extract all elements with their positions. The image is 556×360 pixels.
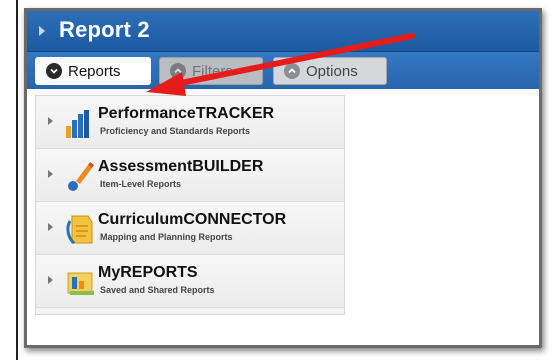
panel-title: Report 2	[59, 17, 150, 42]
collapse-arrow-icon[interactable]	[39, 26, 45, 36]
report-panel: Report 2 Reports Filters Options Perform…	[27, 11, 539, 345]
folder-icon	[64, 265, 98, 299]
filters-button[interactable]: Filters	[159, 57, 263, 85]
menu-item-myreports[interactable]: MyREPORTS Saved and Shared Reports	[36, 255, 344, 308]
reports-dropdown-menu: PerformanceTRACKER Proficiency and Stand…	[35, 95, 345, 315]
chevron-down-icon	[46, 63, 62, 79]
options-button-label: Options	[306, 62, 358, 80]
menu-item-curriculumconnector[interactable]: CurriculumCONNECTOR Mapping and Planning…	[36, 202, 344, 255]
menu-item-title: PerformanceTRACKER	[98, 105, 275, 122]
menu-item-subtitle: Saved and Shared Reports	[100, 285, 215, 295]
chevron-up-icon	[284, 63, 300, 79]
reports-button[interactable]: Reports	[35, 57, 151, 85]
left-edge-line	[16, 0, 18, 360]
pencil-icon	[64, 159, 98, 193]
expand-arrow-icon[interactable]	[48, 276, 53, 284]
menu-item-subtitle: Proficiency and Standards Reports	[100, 126, 251, 136]
expand-arrow-icon[interactable]	[48, 117, 53, 125]
menu-item-title: AssessmentBUILDER	[98, 158, 264, 175]
menu-item-performancetracker[interactable]: PerformanceTRACKER Proficiency and Stand…	[36, 96, 344, 149]
menu-item-subtitle: Item-Level Reports	[100, 179, 182, 189]
screenshot-page: Report 2 Reports Filters Options Perform…	[0, 0, 556, 360]
filters-button-label: Filters	[192, 62, 233, 80]
chevron-up-icon	[170, 63, 186, 79]
panel-header[interactable]: Report 2	[27, 11, 539, 52]
menu-item-title: MyREPORTS	[98, 264, 198, 281]
expand-arrow-icon[interactable]	[48, 170, 53, 178]
menu-item-title: CurriculumCONNECTOR	[98, 211, 287, 228]
menu-item-subtitle: Mapping and Planning Reports	[100, 232, 233, 242]
menu-item-assessmentbuilder[interactable]: AssessmentBUILDER Item-Level Reports	[36, 149, 344, 202]
document-icon	[64, 212, 98, 246]
reports-button-label: Reports	[68, 62, 121, 80]
expand-arrow-icon[interactable]	[48, 223, 53, 231]
options-button[interactable]: Options	[273, 57, 387, 85]
report-panel-frame: Report 2 Reports Filters Options Perform…	[24, 8, 542, 348]
bar-chart-icon	[64, 106, 98, 140]
report-toolbar: Reports Filters Options	[27, 52, 539, 89]
